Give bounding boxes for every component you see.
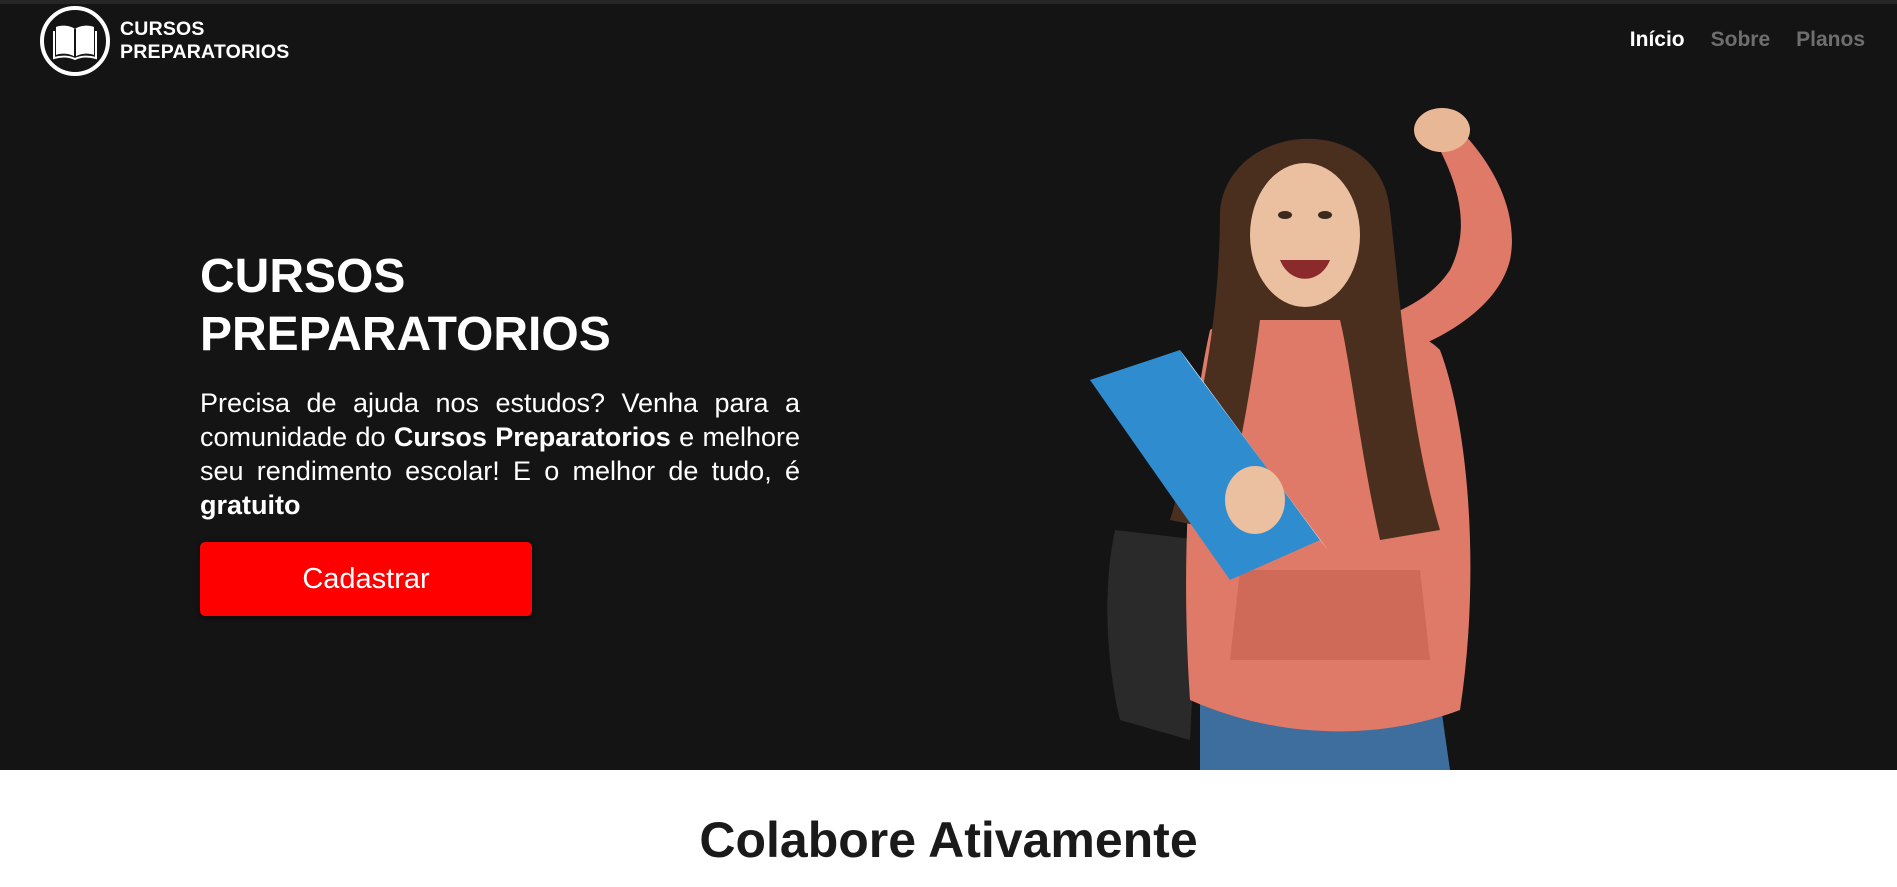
main-nav: Início Sobre Planos xyxy=(1630,28,1865,52)
brand-logo-link[interactable]: CURSOS PREPARATORIOS xyxy=(40,6,289,76)
hero-title-line2: PREPARATORIOS xyxy=(200,308,611,361)
hero-description: Precisa de ajuda nos estudos? Venha para… xyxy=(200,386,800,522)
hero-desc-brand: Cursos Preparatorios xyxy=(393,422,671,452)
nav-link-inicio[interactable]: Início xyxy=(1630,28,1685,52)
brand-name: CURSOS PREPARATORIOS xyxy=(120,18,289,64)
brand-name-line2: PREPARATORIOS xyxy=(120,41,290,63)
open-book-icon xyxy=(40,6,110,76)
hero-title-line1: CURSOS xyxy=(200,250,406,303)
brand-name-line1: CURSOS xyxy=(120,18,205,40)
nav-link-sobre[interactable]: Sobre xyxy=(1711,28,1771,52)
top-border xyxy=(0,0,1897,4)
hero-content: CURSOS PREPARATORIOS Precisa de ajuda no… xyxy=(200,248,800,616)
nav-link-planos[interactable]: Planos xyxy=(1796,28,1865,52)
hero-section: CURSOS PREPARATORIOS Início Sobre Planos… xyxy=(0,0,1897,770)
signup-button[interactable]: Cadastrar xyxy=(200,542,532,616)
navbar: CURSOS PREPARATORIOS Início Sobre Planos xyxy=(0,6,1897,76)
hero-desc-free: gratuito xyxy=(200,490,301,520)
section-title: Colabore Ativamente xyxy=(699,812,1198,868)
hero-title: CURSOS PREPARATORIOS xyxy=(200,248,800,364)
student-photo xyxy=(1080,100,1680,770)
